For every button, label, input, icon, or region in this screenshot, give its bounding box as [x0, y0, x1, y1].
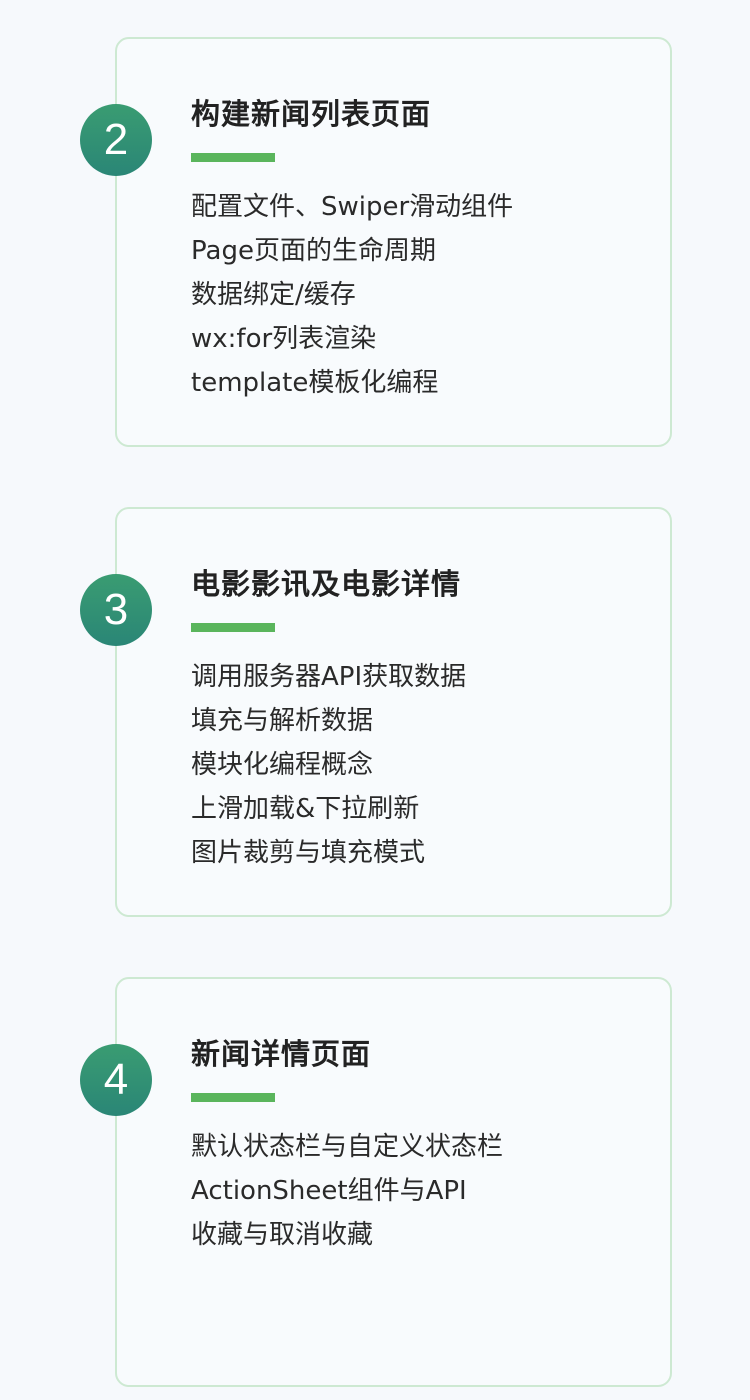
topic-item: template模板化编程 — [191, 368, 439, 398]
topic-list: 默认状态栏与自定义状态栏 ActionSheet组件与API 收藏与取消收藏 — [191, 1125, 503, 1257]
section-title: 构建新闻列表页面 — [191, 97, 432, 131]
title-underline-bar — [191, 153, 275, 162]
topic-item: 调用服务器API获取数据 — [191, 662, 467, 692]
section-title: 新闻详情页面 — [191, 1037, 372, 1071]
section-number-badge: 4 — [80, 1044, 152, 1116]
topic-list: 调用服务器API获取数据 填充与解析数据 模块化编程概念 上滑加载&下拉刷新 图… — [191, 655, 466, 875]
section-card-2: 2 构建新闻列表页面 配置文件、Swiper滑动组件 Page页面的生命周期 数… — [80, 37, 672, 447]
topic-item: 数据绑定/缓存 — [191, 280, 356, 310]
topic-item: 收藏与取消收藏 — [191, 1220, 374, 1250]
topic-item: ActionSheet组件与API — [191, 1176, 467, 1206]
topic-item: 图片裁剪与填充模式 — [191, 838, 426, 868]
section-number-badge: 2 — [80, 104, 152, 176]
topic-item: 上滑加载&下拉刷新 — [191, 794, 420, 824]
topic-item: 默认状态栏与自定义状态栏 — [191, 1132, 504, 1162]
topic-item: 填充与解析数据 — [191, 706, 374, 736]
topic-item: wx:for列表渲染 — [191, 324, 377, 354]
topic-item: 配置文件、Swiper滑动组件 — [191, 192, 514, 222]
section-card-4: 4 新闻详情页面 默认状态栏与自定义状态栏 ActionSheet组件与API … — [80, 977, 672, 1387]
section-number-badge: 3 — [80, 574, 152, 646]
section-title: 电影影讯及电影详情 — [191, 567, 462, 601]
title-underline-bar — [191, 1093, 275, 1102]
course-outline-page: 2 构建新闻列表页面 配置文件、Swiper滑动组件 Page页面的生命周期 数… — [0, 0, 750, 1400]
topic-item: Page页面的生命周期 — [191, 236, 436, 266]
section-card-3: 3 电影影讯及电影详情 调用服务器API获取数据 填充与解析数据 模块化编程概念… — [80, 507, 672, 917]
topic-list: 配置文件、Swiper滑动组件 Page页面的生命周期 数据绑定/缓存 wx:f… — [191, 185, 513, 405]
topic-item: 模块化编程概念 — [191, 750, 374, 780]
title-underline-bar — [191, 623, 275, 632]
